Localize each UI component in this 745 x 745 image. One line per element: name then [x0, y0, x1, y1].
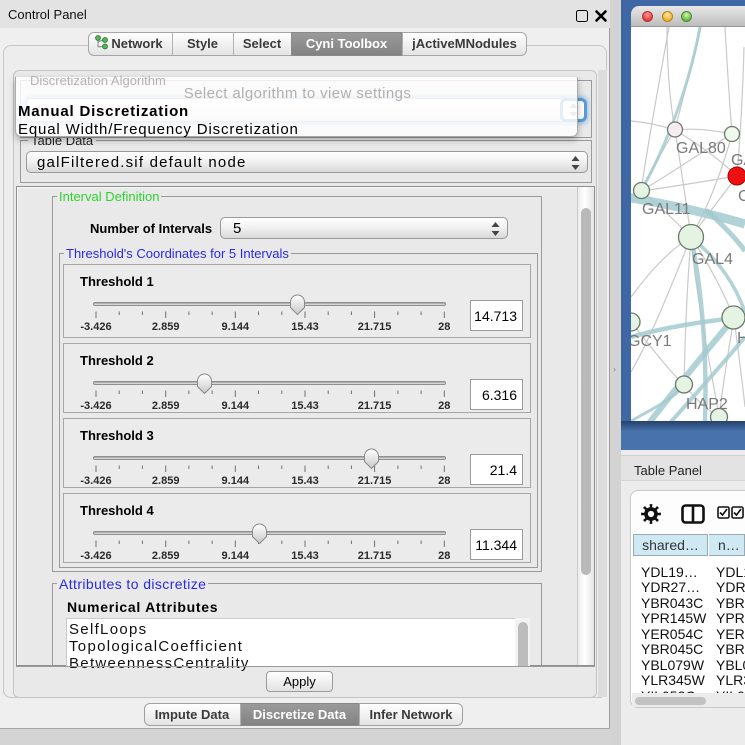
svg-text:C: C: [738, 188, 745, 205]
svg-text:GAL4: GAL4: [692, 251, 733, 268]
svg-text:GAL11: GAL11: [642, 201, 691, 218]
svg-text:GAL80: GAL80: [676, 140, 726, 157]
svg-text:GA: GA: [731, 152, 745, 169]
svg-text:HAP2: HAP2: [686, 396, 728, 413]
svg-text:GCY1: GCY1: [631, 333, 672, 350]
svg-text:H: H: [737, 330, 745, 347]
